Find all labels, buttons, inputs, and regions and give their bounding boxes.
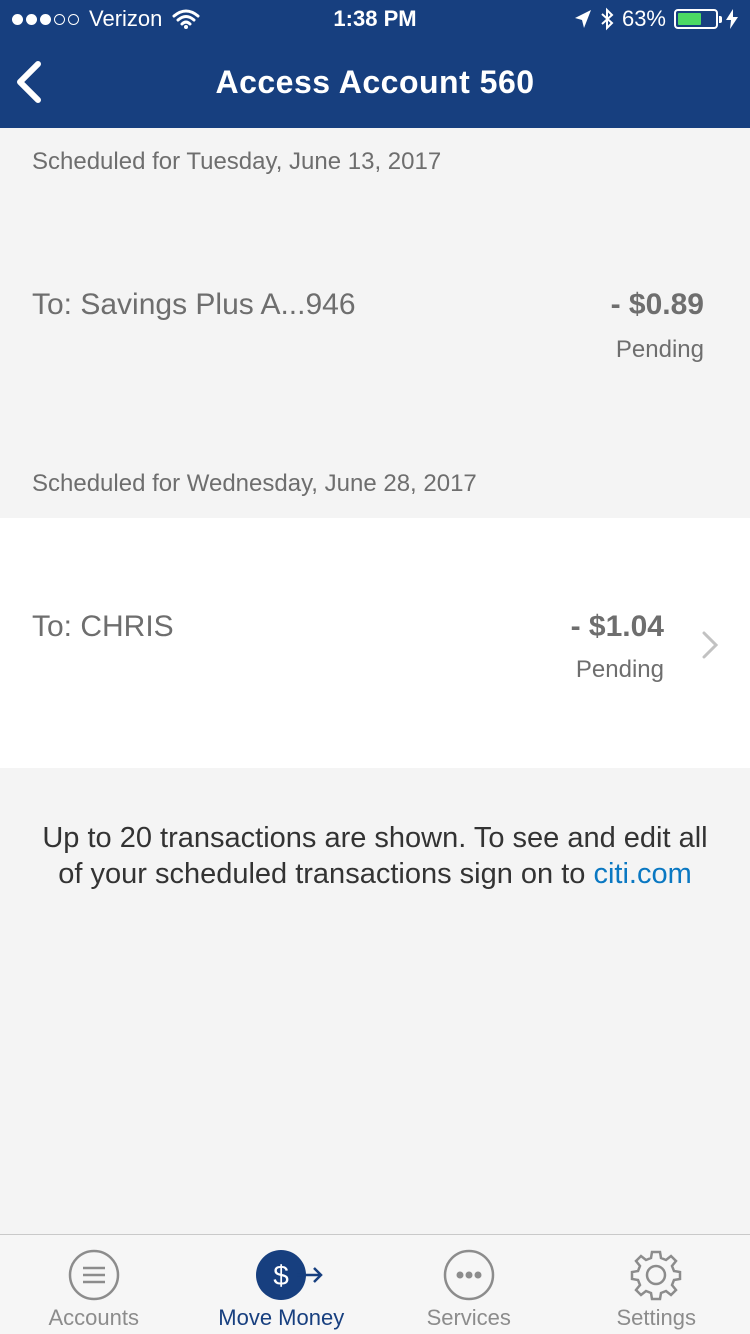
charging-bolt-icon [726,9,738,29]
tab-accounts[interactable]: Accounts [0,1235,188,1334]
tab-label: Move Money [218,1305,345,1330]
transaction-status: Pending [615,336,704,363]
bluetooth-icon [601,7,614,31]
chevron-right-icon [702,631,719,659]
status-bar: Verizon 1:38 PM 63% [0,0,750,40]
transaction-row-2[interactable]: To: CHRIS - $1.04 Pending [0,518,750,768]
tab-bar: Accounts $ Move Money Services Settings [0,1234,750,1334]
transaction-amount: - $0.89 [610,288,704,321]
svg-text:$: $ [273,1260,289,1291]
dollar-transfer-icon: $ [256,1250,324,1300]
tab-label: Settings [616,1305,697,1330]
transaction-recipient: To: Savings Plus A...946 [32,288,356,321]
tab-label: Accounts [48,1305,140,1330]
section-date-1: Scheduled for Tuesday, June 13, 2017 [32,148,442,175]
status-right: 63% [574,6,738,32]
menu-lines-icon [68,1249,119,1301]
citi-link[interactable]: citi.com [593,858,691,890]
transaction-status: Pending [575,656,664,683]
app-header: Verizon 1:38 PM 63% Access Account 560 [0,0,750,128]
tab-move-money[interactable]: $ Move Money [188,1235,376,1334]
battery-percent: 63% [621,6,666,31]
tab-label: Services [426,1305,511,1330]
tab-settings[interactable]: Settings [563,1235,750,1334]
section-date-2: Scheduled for Wednesday, June 28, 2017 [32,470,477,497]
footer-note: Up to 20 transactions are shown. To see … [30,820,720,892]
battery-icon [674,9,722,29]
transaction-amount: - $1.04 [570,610,664,643]
transaction-row-1: To: Savings Plus A...946 - $0.89 Pending [0,200,750,460]
gear-icon [631,1250,682,1301]
transaction-recipient: To: CHRIS [32,610,174,643]
tab-services[interactable]: Services [375,1235,563,1334]
more-dots-icon [443,1249,494,1301]
page-title: Access Account 560 [215,64,535,100]
location-arrow-icon [574,10,591,28]
